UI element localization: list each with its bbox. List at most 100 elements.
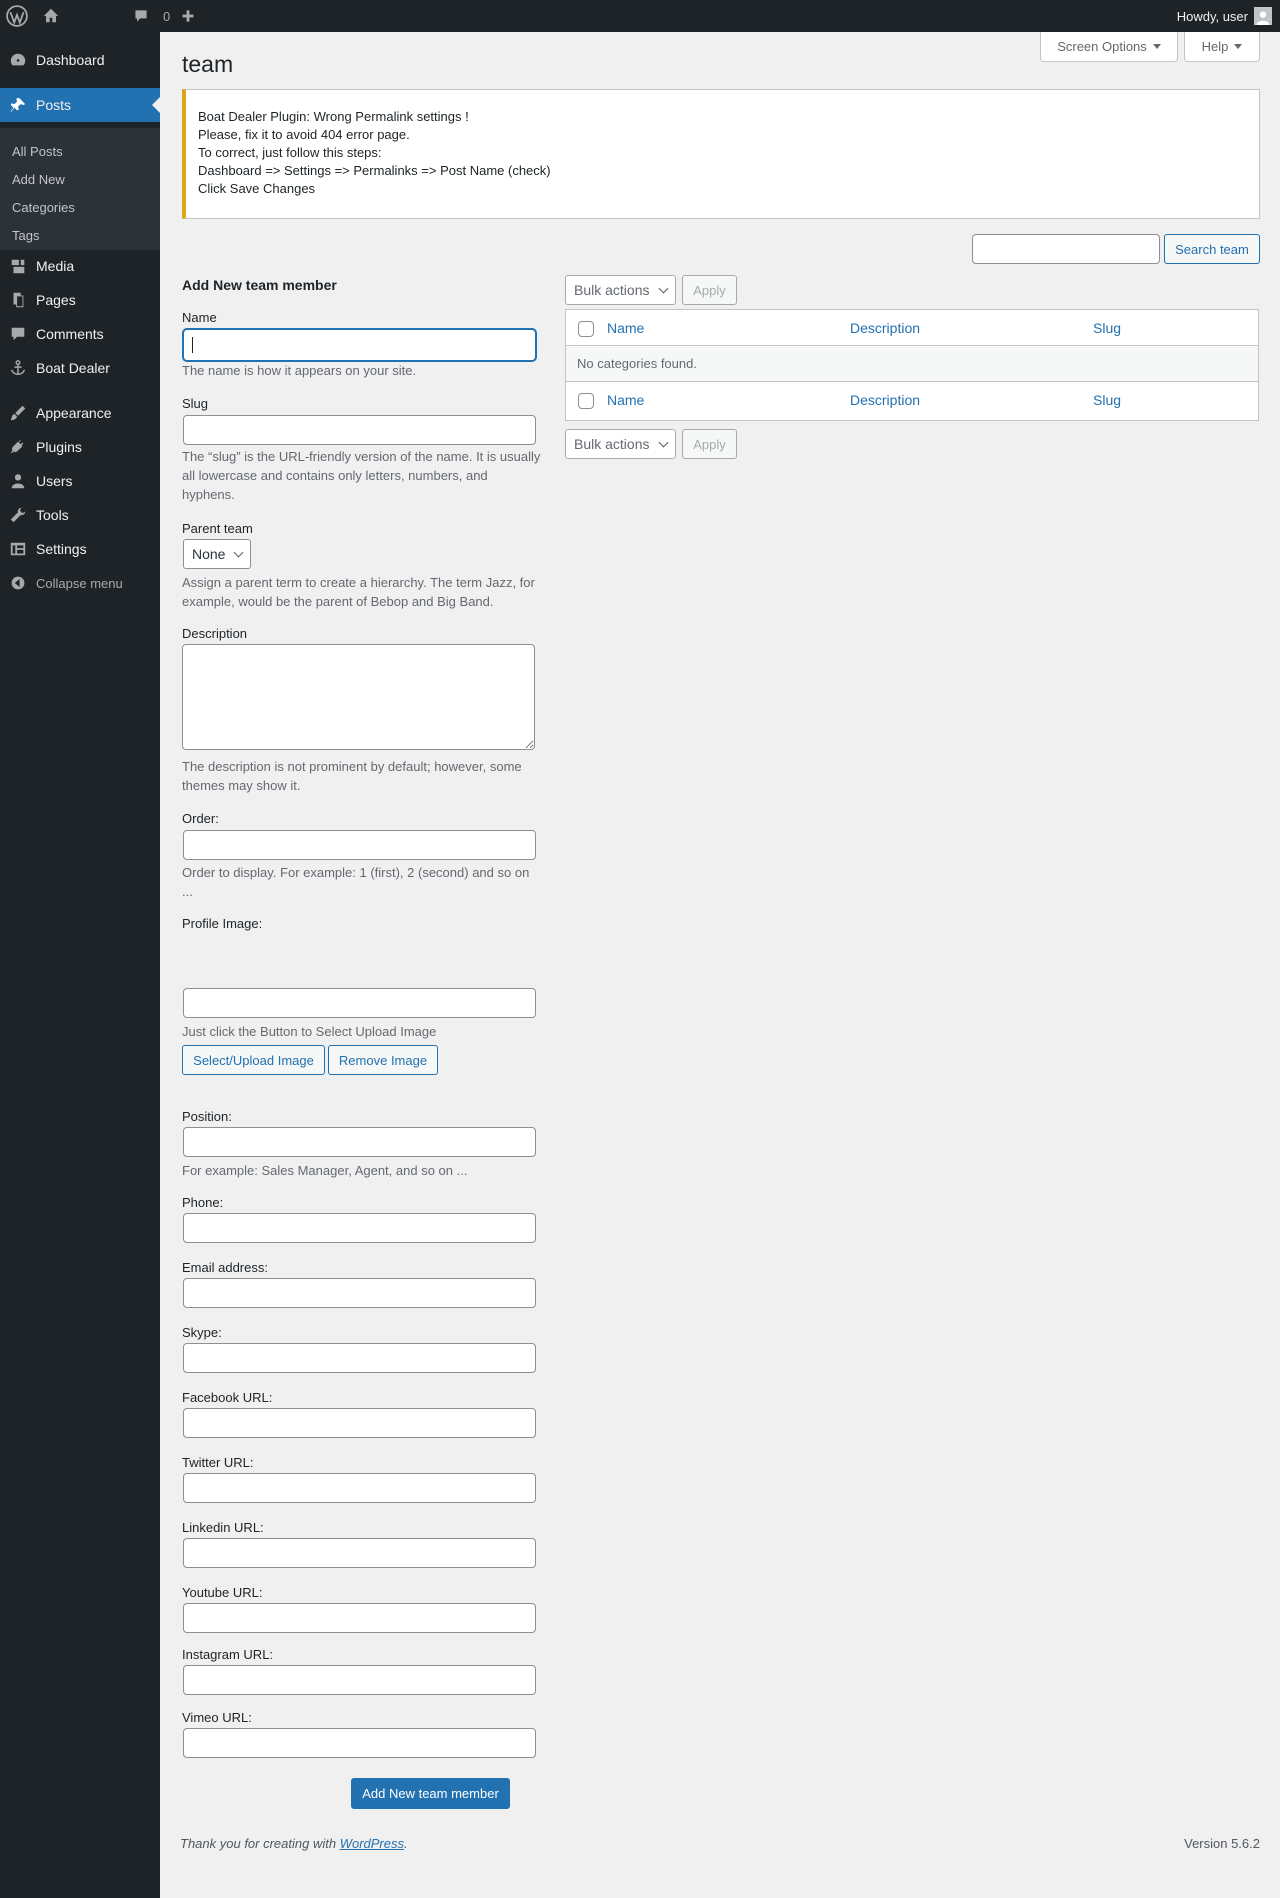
slug-field[interactable]: [183, 415, 536, 445]
sidebar-item-label: Posts: [36, 97, 72, 113]
team-table: Name Description Slug No categories foun…: [565, 309, 1259, 421]
vimeo-field[interactable]: [183, 1728, 536, 1758]
facebook-field[interactable]: [183, 1408, 536, 1438]
chevron-down-icon: [658, 283, 669, 294]
sidebar-item-posts[interactable]: Posts: [0, 88, 160, 122]
sidebar-item-tools[interactable]: Tools: [0, 498, 160, 532]
search-input[interactable]: [972, 234, 1160, 264]
column-footer-slug[interactable]: Slug: [1093, 392, 1121, 408]
sidebar-item-settings[interactable]: Settings: [0, 532, 160, 566]
email-field[interactable]: [183, 1278, 536, 1308]
help-button[interactable]: Help: [1184, 32, 1260, 62]
notice-line: Boat Dealer Plugin: Wrong Permalink sett…: [198, 109, 469, 124]
my-account-link[interactable]: Howdy, user: [1177, 0, 1272, 32]
submenu-categories[interactable]: Categories: [12, 200, 75, 215]
parent-team-label: Parent team: [182, 521, 253, 536]
bulk-actions-select-bottom[interactable]: Bulk actions: [565, 429, 676, 459]
permalink-warning-notice: Boat Dealer Plugin: Wrong Permalink sett…: [182, 89, 1260, 219]
select-all-checkbox[interactable]: [578, 321, 594, 337]
sidebar-item-pages[interactable]: Pages: [0, 283, 160, 317]
sidebar-item-label: Pages: [36, 292, 76, 308]
screen-options-button[interactable]: Screen Options: [1040, 32, 1178, 62]
description-textarea[interactable]: [182, 644, 535, 750]
position-description: For example: Sales Manager, Agent, and s…: [182, 1163, 468, 1178]
collapse-arrow-icon: [0, 575, 36, 591]
column-header-slug[interactable]: Slug: [1093, 320, 1121, 336]
text-cursor: [192, 337, 193, 353]
new-content-link[interactable]: New: [181, 0, 237, 32]
plus-icon: [182, 10, 194, 22]
sidebar-item-appearance[interactable]: Appearance: [0, 396, 160, 430]
sidebar-item-plugins[interactable]: Plugins: [0, 430, 160, 464]
parent-team-value: None: [192, 546, 226, 562]
column-header-name[interactable]: Name: [607, 320, 644, 336]
youtube-field[interactable]: [183, 1603, 536, 1633]
help-label: Help: [1201, 39, 1229, 54]
apply-button-top[interactable]: Apply: [682, 275, 737, 305]
footer-thanks: Thank you for creating with WordPress.: [180, 1836, 408, 1851]
skype-field[interactable]: [183, 1343, 536, 1373]
settings-icon: [0, 540, 36, 558]
page-title: team: [182, 51, 234, 77]
column-footer-description[interactable]: Description: [850, 392, 920, 408]
column-header-description[interactable]: Description: [850, 320, 920, 336]
comments-link[interactable]: 0: [133, 0, 170, 32]
collapse-menu-button[interactable]: Collapse menu: [0, 566, 160, 600]
pin-icon: [0, 96, 36, 114]
sidebar-item-users[interactable]: Users: [0, 464, 160, 498]
twitter-field[interactable]: [183, 1473, 536, 1503]
instagram-label: Instagram URL:: [182, 1647, 274, 1662]
select-upload-image-button[interactable]: Select/Upload Image: [182, 1045, 325, 1075]
order-label: Order:: [182, 811, 219, 826]
order-field[interactable]: [183, 830, 536, 860]
parent-team-description: Assign a parent term to create a hierarc…: [182, 575, 535, 609]
anchor-icon: [0, 359, 36, 377]
comment-bubble-icon: [135, 10, 147, 22]
skype-label: Skype:: [182, 1325, 222, 1340]
sidebar-item-media[interactable]: Media: [0, 249, 160, 283]
screen-options-label: Screen Options: [1057, 39, 1147, 54]
name-field[interactable]: [183, 329, 536, 361]
brush-icon: [0, 404, 36, 422]
search-team-button[interactable]: Search team: [1164, 234, 1260, 264]
bulk-actions-label: Bulk actions: [574, 282, 650, 298]
sidebar-item-boat-dealer[interactable]: Boat Dealer: [0, 351, 160, 385]
sidebar-item-label: Dashboard: [36, 52, 105, 68]
sidebar-item-dashboard[interactable]: Dashboard: [0, 43, 160, 77]
table-footer-row: Name Description Slug: [566, 382, 1258, 420]
sidebar-item-label: Appearance: [36, 405, 112, 421]
submenu-all-posts[interactable]: All Posts: [12, 144, 63, 159]
submenu-add-new[interactable]: Add New: [12, 172, 65, 187]
media-icon: [0, 257, 36, 275]
sidebar-item-comments[interactable]: Comments: [0, 317, 160, 351]
add-new-team-member-button[interactable]: Add New team member: [351, 1778, 510, 1809]
profile-image-description: Just click the Button to Select Upload I…: [182, 1024, 437, 1039]
phone-field[interactable]: [183, 1213, 536, 1243]
email-label: Email address:: [182, 1260, 268, 1275]
select-all-checkbox-footer[interactable]: [578, 393, 594, 409]
bulk-actions-select-top[interactable]: Bulk actions: [565, 275, 676, 305]
column-footer-name[interactable]: Name: [607, 392, 644, 408]
admin-bar: Test site 0 New Howdy, user: [0, 0, 1280, 32]
bulk-actions-label: Bulk actions: [574, 436, 650, 452]
remove-image-button[interactable]: Remove Image: [328, 1045, 438, 1075]
linkedin-field[interactable]: [183, 1538, 536, 1568]
wordpress-link[interactable]: WordPress: [340, 1836, 404, 1851]
posts-submenu: All Posts Add New Categories Tags: [0, 128, 160, 250]
slug-label: Slug: [182, 396, 209, 411]
wordpress-logo-icon[interactable]: [6, 0, 28, 32]
comments-icon: [0, 325, 36, 343]
submenu-tags[interactable]: Tags: [12, 228, 39, 243]
description-hint: The description is not prominent by defa…: [182, 759, 522, 793]
position-label: Position:: [182, 1109, 232, 1124]
apply-button-bottom[interactable]: Apply: [682, 429, 737, 459]
profile-image-field[interactable]: [183, 988, 536, 1018]
instagram-field[interactable]: [183, 1665, 536, 1695]
position-field[interactable]: [183, 1127, 536, 1157]
parent-team-select[interactable]: None: [183, 539, 251, 569]
chevron-down-icon: [658, 437, 669, 448]
facebook-label: Facebook URL:: [182, 1390, 273, 1405]
site-name-link[interactable]: Test site: [42, 0, 96, 32]
profile-image-label: Profile Image:: [182, 916, 263, 931]
dashboard-icon: [0, 51, 36, 69]
